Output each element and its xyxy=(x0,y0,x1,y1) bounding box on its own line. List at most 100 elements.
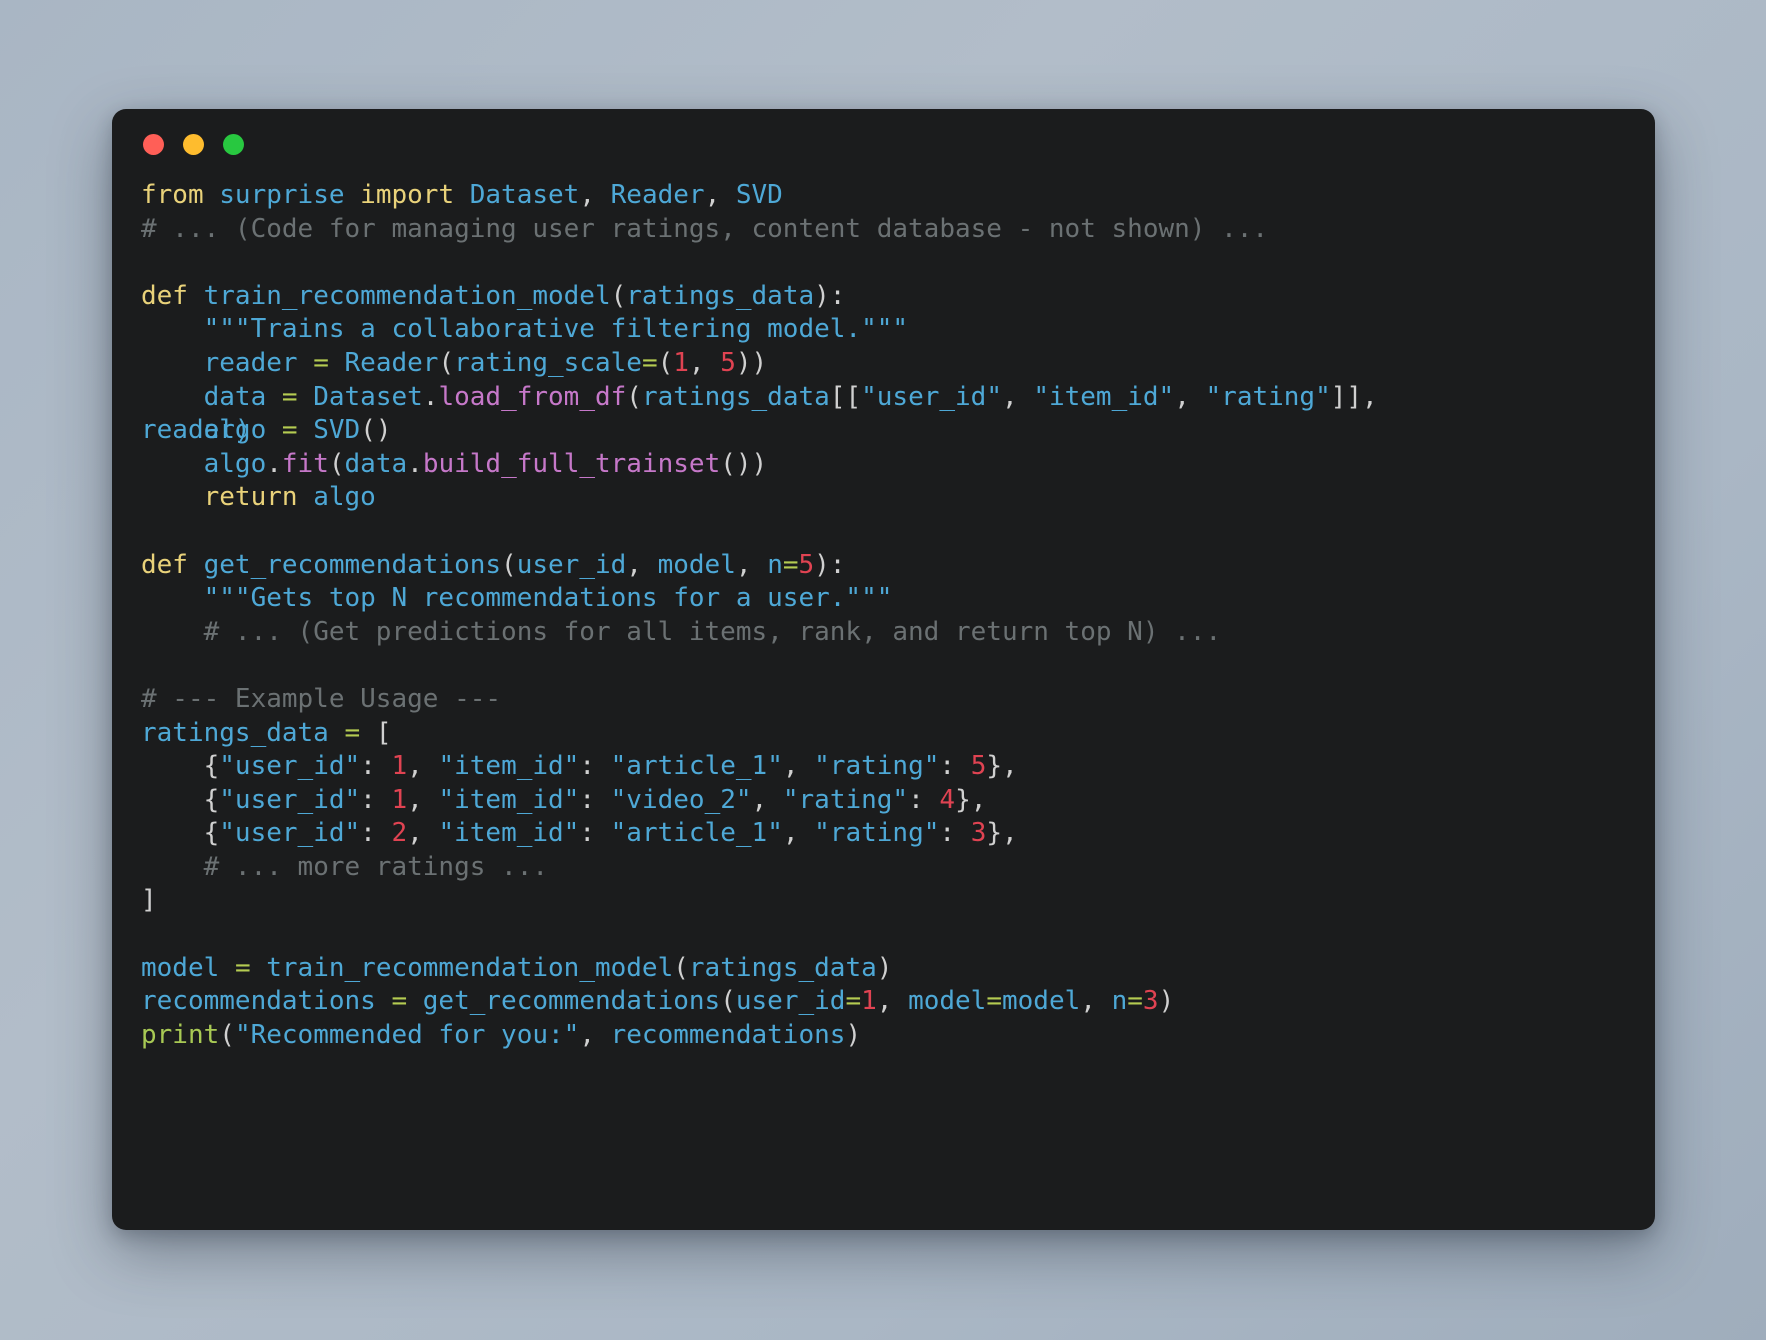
comma: , xyxy=(626,549,658,580)
colon: : xyxy=(360,818,392,849)
variable-ratings-data: ratings_data xyxy=(141,717,329,748)
paren-close-colon: ): xyxy=(814,549,846,580)
colon: : xyxy=(360,784,392,815)
method-load-from-df: load_from_df xyxy=(438,381,627,412)
bracket-open: [[ xyxy=(829,381,862,412)
colon: : xyxy=(939,818,971,849)
kwarg-model: model xyxy=(908,986,987,1017)
paren-pair: () xyxy=(360,415,392,446)
call-get-recommendations: get_recommendations xyxy=(422,986,721,1017)
comma: , xyxy=(876,986,909,1017)
comma: , xyxy=(782,818,815,849)
bracket-close: ]], xyxy=(1330,381,1378,412)
maximize-window-button[interactable] xyxy=(223,133,244,155)
method-fit: fit xyxy=(281,448,329,479)
brace-open: { xyxy=(203,784,220,815)
wrapped-line-overlap: reader) algo = SVD() xyxy=(141,414,392,448)
string-video-2: "video_2" xyxy=(610,784,752,815)
keyword-from: from xyxy=(141,180,204,210)
colon: : xyxy=(579,751,611,782)
dot: . xyxy=(266,448,282,479)
code-line: print("Recommended for you:", recommenda… xyxy=(141,1019,1655,1053)
paren-close: ) xyxy=(1158,986,1175,1017)
paren-close: ) xyxy=(845,1019,862,1050)
brace-open: { xyxy=(203,818,220,849)
operator-assign: = xyxy=(845,986,862,1017)
brace-close-comma: }, xyxy=(986,751,1018,782)
code-line: {"user_id": 1, "item_id": "article_1", "… xyxy=(141,750,1655,784)
docstring-trains: """Trains a collaborative filtering mode… xyxy=(203,314,909,345)
bracket-close: ] xyxy=(141,885,157,916)
kwarg-n: n xyxy=(1111,986,1128,1017)
code-content[interactable]: from surprise import Dataset, Reader, SV… xyxy=(112,179,1655,1230)
function-train-recommendation-model: train_recommendation_model xyxy=(203,280,611,311)
colon: : xyxy=(939,751,971,782)
param-user-id: user_id xyxy=(516,549,627,580)
comma: , xyxy=(579,1019,611,1050)
paren-open: ( xyxy=(657,347,674,378)
method-build-full-trainset: build_full_trainset xyxy=(422,448,721,479)
number-three: 3 xyxy=(1142,986,1159,1017)
minimize-window-button[interactable] xyxy=(183,133,204,155)
operator-assign: = xyxy=(391,986,408,1017)
operator-assign: = xyxy=(344,717,361,748)
param-model: model xyxy=(657,549,736,580)
variable-data: data xyxy=(203,381,267,412)
comma: , xyxy=(1002,381,1034,412)
paren-open: ( xyxy=(328,448,345,479)
variable-recommendations: recommendations xyxy=(610,1019,846,1050)
code-line: reader = Reader(rating_scale=(1, 5)) xyxy=(141,347,1655,381)
comma: , xyxy=(751,784,783,815)
comma: , xyxy=(579,180,611,210)
number-four: 4 xyxy=(939,784,956,815)
param-ratings-data: ratings_data xyxy=(626,280,815,311)
wrapped-continuation-reader: reader) xyxy=(141,415,251,446)
close-window-button[interactable] xyxy=(143,133,164,155)
string-rating: "rating" xyxy=(782,784,909,815)
number-five: 5 xyxy=(970,751,987,782)
code-line: return algo xyxy=(141,481,1655,515)
brace-close-comma: }, xyxy=(955,784,987,815)
paren-close: )) xyxy=(735,347,768,378)
colon: : xyxy=(579,784,611,815)
number-one: 1 xyxy=(391,751,408,782)
paren-open: ( xyxy=(626,381,642,412)
operator-assign: = xyxy=(281,381,298,412)
string-recommended-for-you: "Recommended for you:" xyxy=(234,1019,580,1050)
operator-assign: = xyxy=(986,986,1002,1017)
operator-assign: = xyxy=(641,347,658,378)
code-line: algo.fit(data.build_full_trainset()) xyxy=(141,448,1655,482)
variable-recommendations: recommendations xyxy=(141,986,376,1017)
module-surprise: surprise xyxy=(219,180,345,210)
code-line: model = train_recommendation_model(ratin… xyxy=(141,952,1655,986)
operator-assign: = xyxy=(281,415,298,446)
string-rating: "rating" xyxy=(814,818,940,849)
code-line: """Trains a collaborative filtering mode… xyxy=(141,313,1655,347)
comment-more-ratings: # ... more ratings ... xyxy=(203,851,548,882)
string-rating: "rating" xyxy=(814,751,940,782)
paren-close: ) xyxy=(876,952,893,983)
window-titlebar xyxy=(112,109,1655,179)
keyword-def: def xyxy=(141,280,188,311)
code-line: # ... more ratings ... xyxy=(141,851,1655,885)
class-dataset: Dataset xyxy=(313,381,423,412)
string-item-id: "item_id" xyxy=(438,751,580,782)
paren-open: ( xyxy=(438,347,455,378)
